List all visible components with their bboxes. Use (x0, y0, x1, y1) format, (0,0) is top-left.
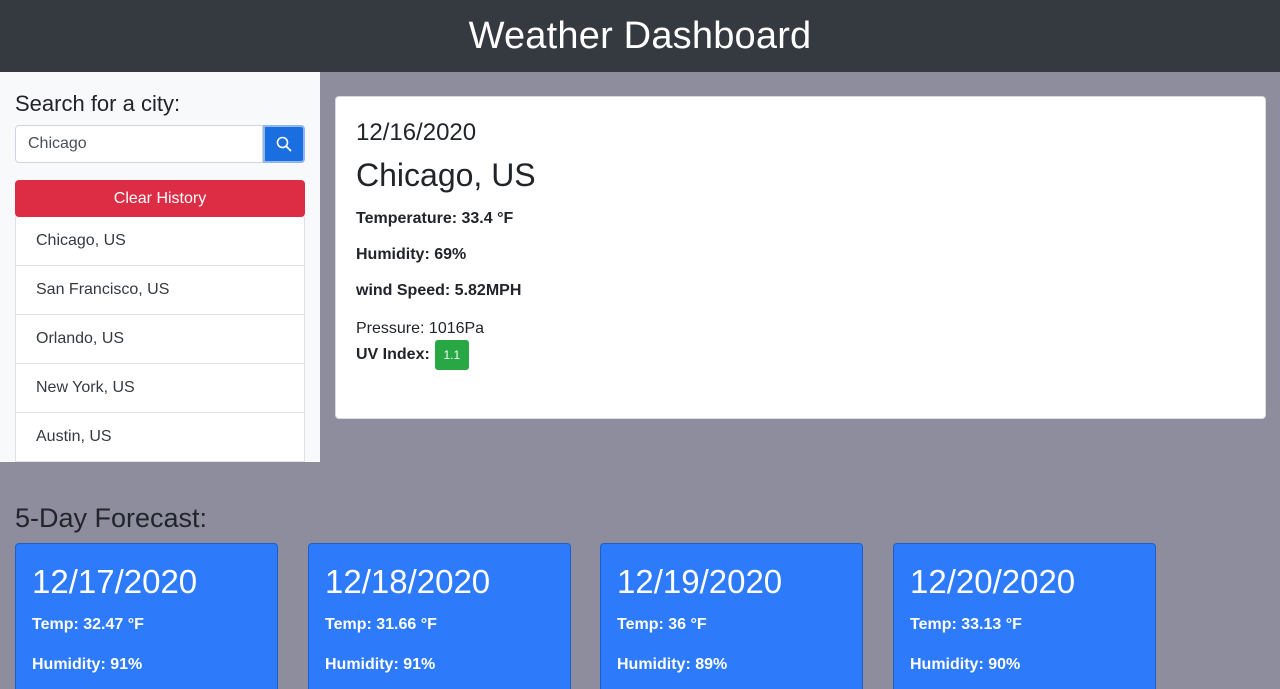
forecast-card: 12/20/2020 Temp: 33.13 °F Humidity: 90% (893, 543, 1156, 689)
uv-index-label: UV Index: (356, 346, 430, 363)
current-pressure: Pressure: 1016Pa (356, 320, 485, 337)
search-label: Search for a city: (15, 91, 181, 116)
search-input[interactable] (15, 125, 263, 163)
current-date: 12/16/2020 (356, 119, 477, 146)
history-item[interactable]: Orlando, US (16, 315, 304, 364)
forecast-date: 12/20/2020 (910, 563, 1076, 600)
history-item[interactable]: Chicago, US (16, 217, 304, 266)
forecast-card: 12/19/2020 Temp: 36 °F Humidity: 89% (600, 543, 863, 689)
uv-index-badge: 1.1 (434, 340, 469, 370)
forecast-date: 12/17/2020 (32, 563, 198, 600)
current-humidity: Humidity: 69% (356, 246, 467, 263)
forecast-card: 12/17/2020 Temp: 32.47 °F Humidity: 91% (15, 543, 278, 689)
forecast-date: 12/19/2020 (617, 563, 783, 600)
history-item[interactable]: San Francisco, US (16, 266, 304, 315)
current-city: Chicago, US (356, 157, 536, 193)
forecast-date: 12/18/2020 (325, 563, 491, 600)
current-weather-card: 12/16/2020 Chicago, US Temperature: 33.4… (335, 96, 1266, 419)
sidebar: Search for a city: Clear History Chicago… (0, 72, 320, 462)
forecast-temp: Temp: 33.13 °F (910, 616, 1022, 633)
forecast-temp: Temp: 32.47 °F (32, 616, 144, 633)
forecast-card: 12/18/2020 Temp: 31.66 °F Humidity: 91% (308, 543, 571, 689)
search-button[interactable] (263, 125, 305, 163)
page-title: Weather Dashboard (468, 14, 812, 57)
app-header: Weather Dashboard (0, 0, 1280, 72)
forecast-humidity: Humidity: 90% (910, 656, 1021, 673)
search-row (15, 125, 305, 163)
history-item[interactable]: Austin, US (16, 413, 304, 461)
forecast-temp: Temp: 31.66 °F (325, 616, 437, 633)
clear-history-button[interactable]: Clear History (15, 180, 305, 217)
forecast-humidity: Humidity: 91% (32, 656, 143, 673)
uv-index-row: UV Index: 1.1 (356, 340, 1245, 370)
search-icon (276, 136, 292, 152)
current-temperature: Temperature: 33.4 °F (356, 210, 514, 227)
search-history-list: Chicago, US San Francisco, US Orlando, U… (15, 217, 305, 462)
forecast-humidity: Humidity: 91% (325, 656, 436, 673)
forecast-humidity: Humidity: 89% (617, 656, 728, 673)
history-item[interactable]: New York, US (16, 364, 304, 413)
forecast-title: 5-Day Forecast: (15, 503, 208, 533)
current-wind-speed: wind Speed: 5.82MPH (356, 282, 522, 299)
forecast-temp: Temp: 36 °F (617, 616, 707, 633)
